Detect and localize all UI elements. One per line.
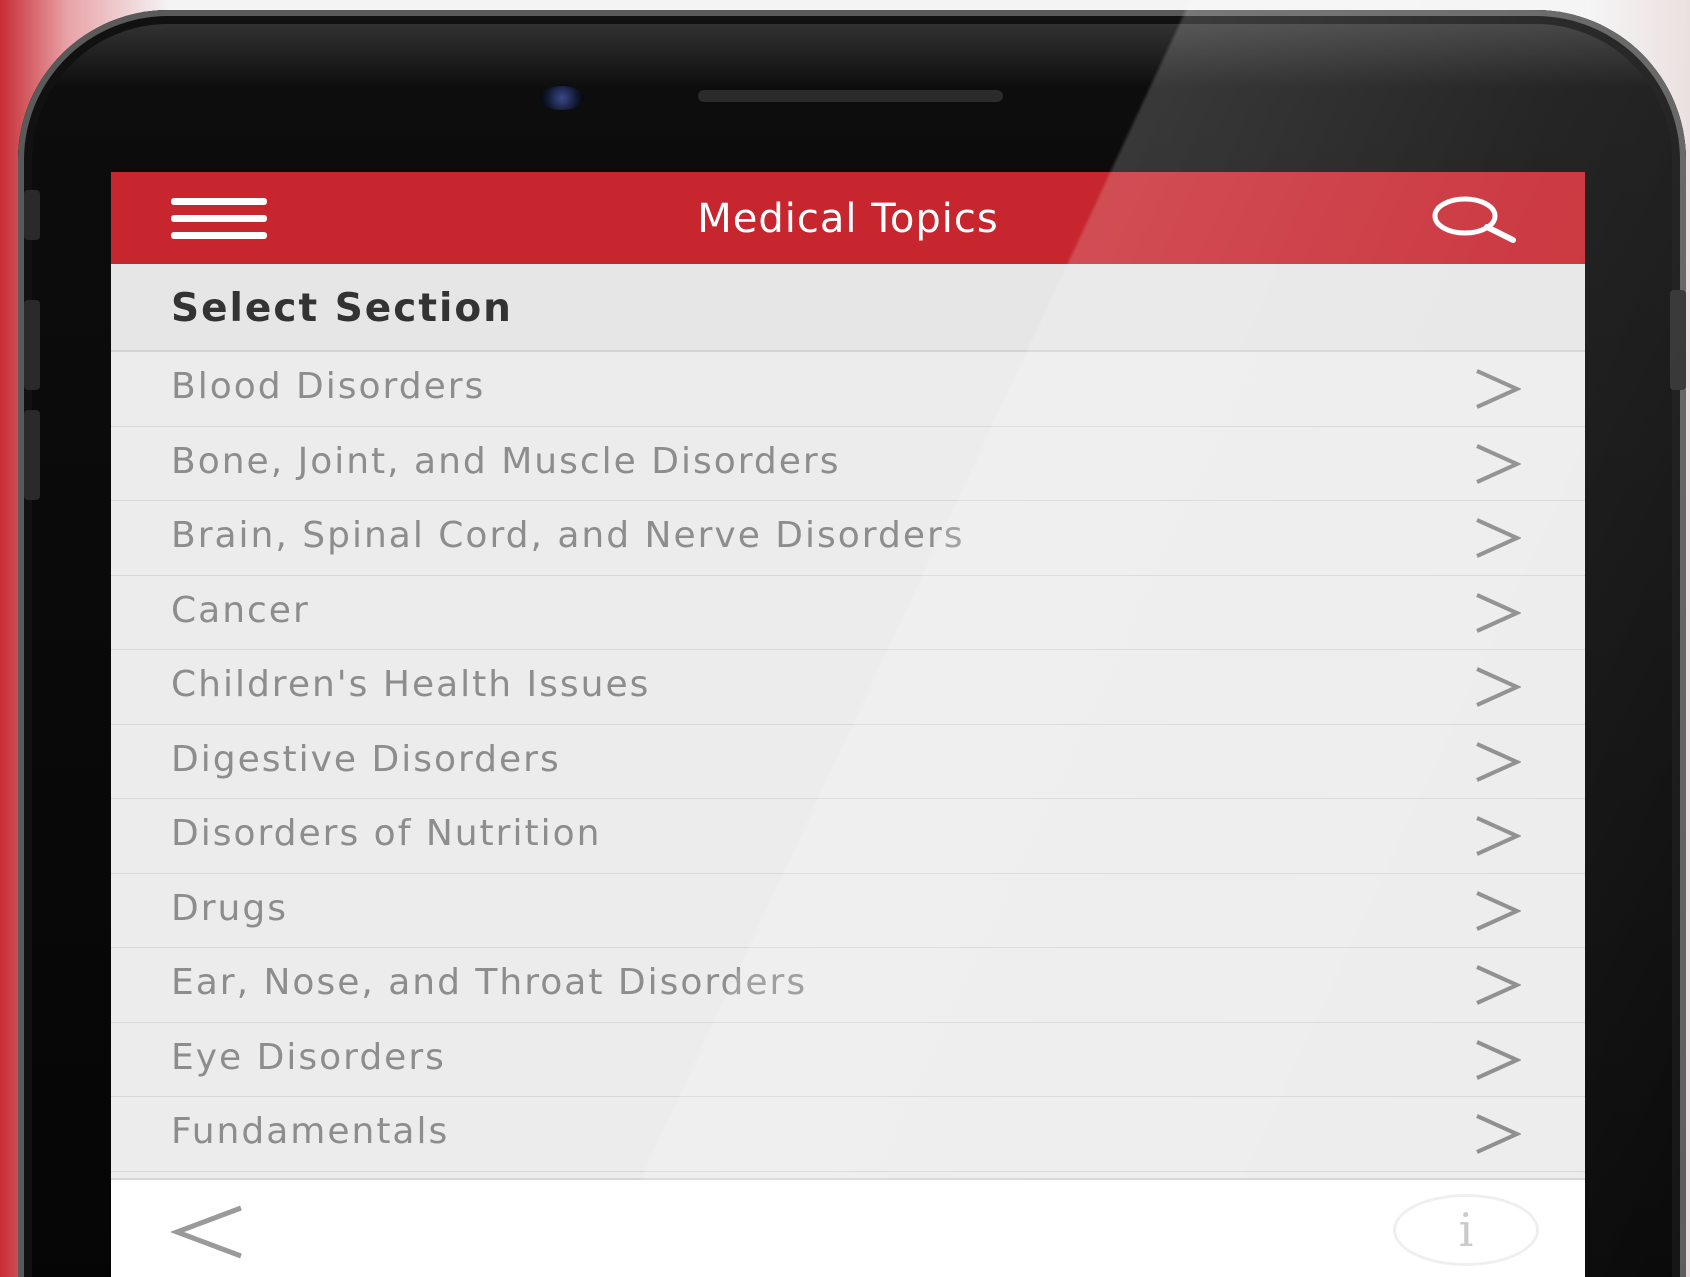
topic-row[interactable]: Cancer — [111, 575, 1585, 650]
chevron-right-icon — [1473, 592, 1522, 634]
topic-label: Fundamentals — [171, 1111, 450, 1152]
topic-label: Bone, Joint, and Muscle Disorders — [171, 440, 841, 482]
section-header: Select Section — [111, 264, 1585, 352]
topic-row[interactable]: Ear, Nose, and Throat Disorders — [111, 948, 1585, 1023]
chevron-right-icon — [1473, 1113, 1522, 1155]
chevron-right-icon — [1473, 890, 1522, 932]
chevron-right-icon — [1473, 964, 1522, 1006]
chevron-right-icon — [1473, 741, 1522, 783]
topic-label: Drugs — [171, 887, 288, 929]
page-title: Medical Topics — [697, 196, 999, 242]
topic-row[interactable]: Brain, Spinal Cord, and Nerve Disorders — [111, 501, 1585, 576]
chevron-right-icon — [1473, 517, 1522, 559]
chevron-right-icon — [1473, 368, 1522, 410]
mute-switch — [24, 190, 40, 240]
topic-row[interactable]: Drugs — [111, 873, 1585, 948]
chevron-right-icon — [1473, 815, 1522, 857]
topic-row[interactable]: Fundamentals — [111, 1097, 1585, 1172]
topic-row[interactable]: Eye Disorders — [111, 1022, 1585, 1097]
topic-label: Cancer — [171, 589, 310, 631]
page-backdrop: Medical Topics Select Section Blood Diso… — [0, 0, 1690, 1277]
topic-label: Brain, Spinal Cord, and Nerve Disorders — [171, 515, 965, 556]
earpiece-speaker — [698, 90, 1003, 102]
topic-list: Blood Disorders Bone, Joint, and Muscle D… — [111, 352, 1585, 1172]
topic-label: Digestive Disorders — [171, 738, 561, 780]
chevron-right-icon — [1473, 666, 1522, 708]
chevron-right-icon — [1473, 1039, 1522, 1081]
section-title: Select Section — [171, 286, 513, 331]
nav-bar: Medical Topics — [111, 172, 1585, 264]
volume-up-button — [24, 300, 40, 390]
topic-row[interactable]: Digestive Disorders — [111, 724, 1585, 799]
bottom-toolbar: i — [111, 1178, 1585, 1277]
topic-row[interactable]: Blood Disorders — [111, 352, 1585, 427]
topic-row[interactable]: Children's Health Issues — [111, 650, 1585, 725]
topic-row[interactable]: Disorders of Nutrition — [111, 799, 1585, 874]
front-camera — [540, 86, 584, 110]
topic-label: Ear, Nose, and Throat Disorders — [171, 962, 808, 1003]
power-button — [1670, 290, 1686, 390]
chevron-right-icon — [1473, 443, 1522, 485]
app-screen: Medical Topics Select Section Blood Diso… — [111, 172, 1585, 1277]
search-icon[interactable] — [1421, 194, 1521, 244]
back-arrow-icon[interactable] — [167, 1202, 247, 1262]
info-button[interactable]: i — [1393, 1194, 1539, 1266]
topic-label: Children's Health Issues — [171, 664, 651, 705]
volume-down-button — [24, 410, 40, 500]
topic-row[interactable]: Bone, Joint, and Muscle Disorders — [111, 426, 1585, 501]
topic-label: Blood Disorders — [171, 366, 486, 407]
topic-label: Disorders of Nutrition — [171, 813, 602, 854]
topic-label: Eye Disorders — [171, 1036, 446, 1078]
